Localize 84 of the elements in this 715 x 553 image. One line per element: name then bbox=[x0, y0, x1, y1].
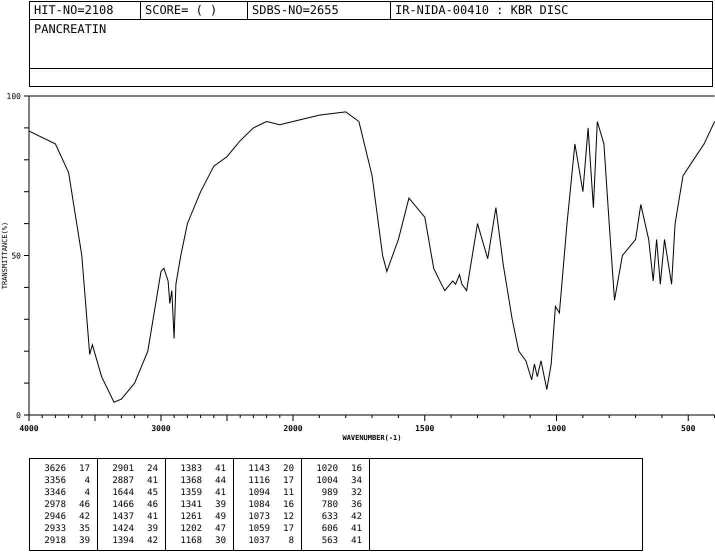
wavenumber-cell-text: 1394 bbox=[111, 535, 134, 547]
wavenumber-cell-text: 1424 bbox=[111, 523, 134, 535]
header-cell: SDBS-NO=2655 bbox=[248, 2, 391, 19]
transmittance-cell-text: 17 bbox=[282, 475, 294, 487]
transmittance-cell-text: 42 bbox=[350, 511, 362, 523]
transmittance-cell-text: 17 bbox=[78, 463, 90, 475]
transmittance-cell-text: 30 bbox=[214, 535, 226, 547]
transmittance-cell-text: 45 bbox=[146, 487, 158, 499]
wavenumber-cell-text: 633 bbox=[320, 511, 338, 523]
wavenumber-cell-text: 1020 bbox=[315, 463, 338, 475]
wavenumber-cell-text: 1368 bbox=[179, 475, 202, 487]
wavenumber-cell-text: 2978 bbox=[43, 499, 66, 511]
wavenumber-cell-text: 1168 bbox=[179, 535, 202, 547]
wavenumber-cell-text: 1383 bbox=[179, 463, 202, 475]
wavenumber-cell-text: 1116 bbox=[247, 475, 270, 487]
transmittance-cell-text: 12 bbox=[282, 511, 294, 523]
transmittance-cell-text: 8 bbox=[288, 535, 294, 547]
wavenumber-cell-text: 563 bbox=[320, 535, 338, 547]
transmittance-cell-text: 42 bbox=[146, 535, 158, 547]
wavenumber-cell-text: 1202 bbox=[179, 523, 202, 535]
transmittance-cell-text: 17 bbox=[282, 523, 294, 535]
wavenumber-cell-text: 1644 bbox=[111, 487, 134, 499]
wavenumber-cell-text: 2918 bbox=[43, 535, 66, 547]
transmittance-cell-text: 20 bbox=[282, 463, 294, 475]
transmittance-cell-text: 47 bbox=[214, 523, 226, 535]
transmittance-cell-text: 4 bbox=[84, 487, 90, 499]
transmittance-cell-text: 42 bbox=[78, 511, 90, 523]
wavenumber-cell-text: 2887 bbox=[111, 475, 134, 487]
x-tick-label: 1500 bbox=[415, 424, 434, 433]
transmittance-cell-text: 4 bbox=[84, 475, 90, 487]
transmittance-cell-text: 41 bbox=[146, 475, 158, 487]
transmittance-cell-text: 39 bbox=[78, 535, 90, 547]
wavenumber-cell-text: 1094 bbox=[247, 487, 270, 499]
transmittance-cell-text: 32 bbox=[350, 487, 362, 499]
header-cell: HIT-NO=2108 bbox=[30, 2, 141, 19]
transmittance-cell-text: 46 bbox=[78, 499, 90, 511]
transmittance-cell-text: 41 bbox=[350, 535, 362, 547]
wavenumber-cell-text: 1059 bbox=[247, 523, 270, 535]
header-cell-text: IR-NIDA-00410 : KBR DISC bbox=[394, 2, 570, 19]
wavenumber-cell-text: 989 bbox=[320, 487, 338, 499]
wavenumber-cell-text: 1084 bbox=[247, 499, 270, 511]
transmittance-cell-text: 41 bbox=[146, 511, 158, 523]
wavenumber-cell-text: 2901 bbox=[111, 463, 134, 475]
transmittance-cell-text: 34 bbox=[350, 475, 362, 487]
wavenumber-cell-text: 3356 bbox=[43, 475, 66, 487]
wavenumber-cell-text: 3346 bbox=[43, 487, 66, 499]
y-tick-label: 0 bbox=[16, 411, 21, 420]
x-tick-label: 2000 bbox=[283, 424, 303, 433]
transmittance-cell-text: 41 bbox=[214, 463, 226, 475]
transmittance-cell-text: 16 bbox=[350, 463, 362, 475]
transmittance-cell-text: 41 bbox=[350, 523, 362, 535]
wavenumber-cell-text: 1073 bbox=[247, 511, 270, 523]
wavenumber-cell-text: 780 bbox=[320, 499, 338, 511]
transmittance-cell-text: 36 bbox=[350, 499, 362, 511]
transmittance-cell-text: 39 bbox=[214, 499, 226, 511]
wavenumber-cell-text: 1359 bbox=[179, 487, 202, 499]
transmittance-cell-text: 24 bbox=[146, 463, 158, 475]
wavenumber-cell-text: 1143 bbox=[247, 463, 270, 475]
transmittance-cell-text: 44 bbox=[214, 475, 226, 487]
wavenumber-cell-text: 3626 bbox=[43, 463, 66, 475]
wavenumber-cell-text: 1037 bbox=[247, 535, 270, 547]
x-tick-label: 4000 bbox=[19, 424, 39, 433]
x-tick-label: 1000 bbox=[546, 424, 566, 433]
wavenumber-cell-text: 2933 bbox=[43, 523, 66, 535]
compound-name: PANCREATIN bbox=[34, 22, 106, 36]
transmittance-cell-text: 16 bbox=[282, 499, 294, 511]
y-tick-label: 100 bbox=[6, 92, 21, 101]
transmittance-cell-text: 39 bbox=[146, 523, 158, 535]
header-cell: SCORE= ( ) bbox=[141, 2, 248, 19]
wavenumber-cell-text: 606 bbox=[320, 523, 338, 535]
transmittance-cell-text: 11 bbox=[282, 487, 294, 499]
transmittance-cell-text: 41 bbox=[214, 487, 226, 499]
y-tick-label: 50 bbox=[11, 252, 21, 260]
transmittance-cell-text: 46 bbox=[146, 499, 158, 511]
x-tick-label: 3000 bbox=[151, 424, 171, 433]
x-tick-label: 500 bbox=[681, 424, 696, 433]
wavenumber-cell-text: 1341 bbox=[179, 499, 202, 511]
wavenumber-cell-text: 1466 bbox=[111, 499, 134, 511]
transmittance-cell-text: 35 bbox=[78, 523, 90, 535]
wavenumber-cell-text: 2946 bbox=[43, 511, 66, 523]
wavenumber-cell-text: 1261 bbox=[179, 511, 202, 523]
wavenumber-cell-text: 1004 bbox=[315, 475, 338, 487]
transmittance-cell-text: 49 bbox=[214, 511, 226, 523]
wavenumber-cell-text: 1437 bbox=[111, 511, 134, 523]
